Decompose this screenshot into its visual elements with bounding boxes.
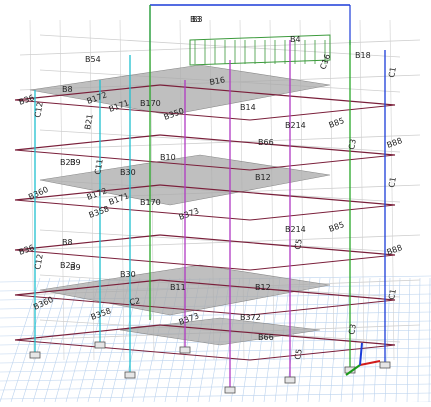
- member-label: B10: [160, 153, 176, 162]
- structural-model-viewport[interactable]: B3 B4 B18 B54 C1 C16 B8 B172 B171 B170 B350 B14 B85 B…: [0, 0, 431, 407]
- member-label: C2: [129, 296, 141, 307]
- member-label: B8: [62, 238, 73, 247]
- column-base: [379, 361, 391, 369]
- member-label: B18: [355, 51, 371, 60]
- member-label: B170: [140, 198, 161, 207]
- member-label: B12: [255, 283, 271, 292]
- member-label: B214: [285, 121, 306, 130]
- model-3d-view[interactable]: B3B4B18B54C1C16B8B172B171 B170B350 B14B85B…: [0, 0, 431, 407]
- member-label: C5: [293, 238, 304, 250]
- member-label: B54: [85, 55, 101, 64]
- member-label: B3: [192, 15, 203, 24]
- column-base: [124, 371, 136, 379]
- member-label: C3: [347, 323, 358, 335]
- member-label: B12: [255, 173, 271, 182]
- member-label: B66: [258, 333, 274, 342]
- member-label: C5: [293, 348, 304, 360]
- member-label: B23: [60, 158, 76, 167]
- column-base: [94, 341, 106, 349]
- member-label: B66: [258, 138, 274, 147]
- member-label: B30: [120, 168, 136, 177]
- member-label: B11: [170, 283, 186, 292]
- member-label: B4: [290, 35, 301, 44]
- member-label: C1: [387, 288, 398, 300]
- member-label: B372: [240, 313, 261, 322]
- column-base: [29, 351, 41, 359]
- member-label: C1: [387, 66, 398, 78]
- member-label: B8: [62, 85, 73, 94]
- member-label: B170: [140, 99, 161, 108]
- member-label: B30: [120, 270, 136, 279]
- member-label: B14: [240, 103, 256, 112]
- member-label: B214: [285, 225, 306, 234]
- column-base: [179, 346, 191, 354]
- member-label: B23: [60, 261, 76, 270]
- column-base: [224, 386, 236, 394]
- member-label: C1: [387, 176, 398, 188]
- column-base: [284, 376, 296, 384]
- member-label: C3: [347, 138, 358, 150]
